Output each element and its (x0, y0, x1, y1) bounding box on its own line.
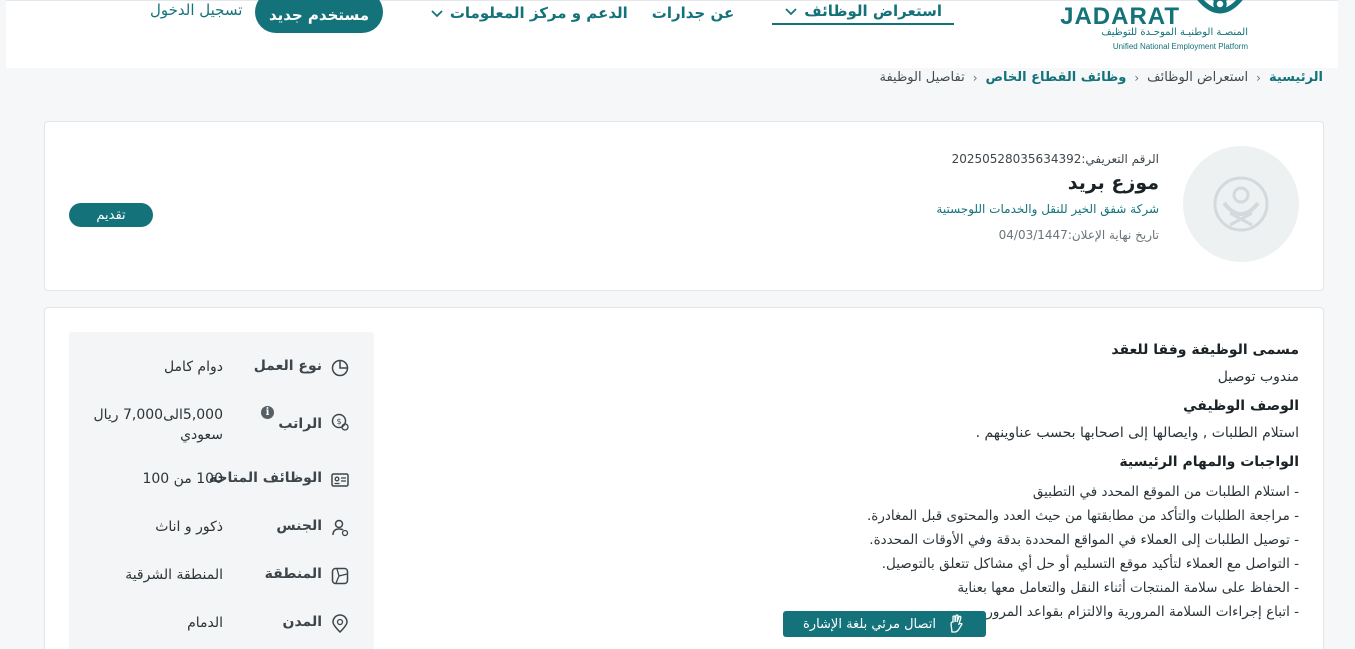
map-icon (331, 567, 349, 585)
attr-work-type: نوع العمل دوام كامل (69, 358, 374, 398)
attr-city-label: المدن (282, 614, 322, 630)
attr-vacancies-value: 100 من 100 (142, 471, 223, 487)
breadcrumb-browse-jobs[interactable]: استعراض الوظائف (1147, 70, 1248, 85)
user-gender-icon (332, 519, 349, 537)
job-attributes-panel: نوع العمل دوام كامل $ الراتب i 5,000الى7… (69, 332, 374, 649)
jadarat-logo[interactable]: JADARAT المنصـة الوطنيـة الموحـدة للتوظي… (1048, 0, 1248, 57)
logo-english-subtitle: Unified National Employment Platform (1112, 42, 1248, 51)
job-title: موزع بريد (1067, 172, 1159, 194)
attr-city: المدن الدمام (69, 614, 374, 649)
job-header-card: الرقم التعريفي:20250528035634392 موزع بر… (44, 121, 1324, 291)
nav-about[interactable]: عن جدارات (640, 1, 746, 25)
logo-arabic-subtitle: المنصـة الوطنيـة الموحـدة للتوظيف (1101, 27, 1248, 38)
login-link[interactable]: تسجيل الدخول (150, 1, 242, 19)
breadcrumb-private-sector[interactable]: وظائف القطاع الخاص (986, 70, 1127, 85)
nav-support-label: الدعم و مركز المعلومات (449, 4, 628, 22)
job-id: الرقم التعريفي:20250528035634392 (951, 152, 1159, 166)
main-nav: استعراض الوظائف عن جدارات الدعم و مركز ا… (418, 1, 954, 31)
id-card-icon (331, 473, 349, 487)
breadcrumb: الرئيسية ‹ استعراض الوظائف ‹ وظائف القطا… (879, 70, 1323, 85)
breadcrumb-separator-icon: ‹ (1256, 70, 1261, 85)
attr-region: المنطقة المنطقة الشرقية (69, 566, 374, 606)
job-details-card: مسمى الوظيفة وفقا للعقد مندوب توصيل الوص… (44, 307, 1324, 649)
emblem-placeholder-icon (1213, 176, 1269, 232)
attr-work-type-label: نوع العمل (253, 358, 322, 374)
attr-vacancies: الوظائف المتاحة 100 من 100 (69, 470, 374, 510)
svg-text:$: $ (336, 417, 341, 426)
job-deadline: تاريخ نهاية الإعلان:04/03/1447 (998, 228, 1159, 242)
register-button[interactable]: مستخدم جديد (255, 0, 383, 33)
attr-salary-value: 5,000الى7,000 ريال سعودي (93, 407, 223, 443)
top-navigation-bar: JADARAT المنصـة الوطنيـة الموحـدة للتوظي… (6, 0, 1338, 68)
clock-pie-icon (331, 359, 349, 377)
attr-gender-label: الجنس (276, 518, 322, 534)
attr-region-value: المنطقة الشرقية (125, 567, 223, 583)
nav-browse-jobs[interactable]: استعراض الوظائف (772, 1, 954, 25)
attr-salary: $ الراتب i 5,000الى7,000 ريال سعودي (69, 406, 374, 446)
sign-language-label: اتصال مرئي بلغة الإشارة (802, 616, 937, 632)
nav-about-label: عن جدارات (651, 4, 735, 22)
attr-work-type-value: دوام كامل (163, 359, 223, 375)
contract-title-heading: مسمى الوظيفة وفقا للعقد (1111, 342, 1299, 358)
sign-language-call-button[interactable]: اتصال مرئي بلغة الإشارة (783, 611, 986, 637)
sign-language-hand-icon (950, 614, 963, 633)
job-description-section: مسمى الوظيفة وفقا للعقد مندوب توصيل الوص… (599, 342, 1299, 624)
contract-title-value: مندوب توصيل (1217, 369, 1299, 385)
attr-gender-value: ذكور و اناث (155, 519, 223, 535)
chevron-down-icon (431, 10, 443, 18)
job-info: الرقم التعريفي:20250528035634392 موزع بر… (936, 152, 1159, 242)
apply-button[interactable]: تقديم (69, 203, 153, 227)
duty-item: - استلام الطلبات من الموقع المحدد في الت… (1032, 484, 1299, 501)
money-icon: $ (331, 413, 349, 431)
breadcrumb-separator-icon: ‹ (1134, 70, 1140, 85)
company-link[interactable]: شركة شفق الخير للنقل والخدمات اللوجستية (936, 202, 1159, 216)
info-icon[interactable]: i (261, 406, 274, 419)
description-heading: الوصف الوظيفي (1183, 398, 1299, 415)
logo-emblem-icon (1197, 0, 1243, 14)
attr-vacancies-label: الوظائف المتاحة (208, 470, 322, 486)
duty-item: - التواصل مع العملاء لتأكيد موقع التسليم… (881, 556, 1299, 573)
nav-support[interactable]: الدعم و مركز المعلومات (418, 1, 640, 25)
duty-item: - توصيل الطلبات إلى العملاء في المواقع ا… (869, 532, 1299, 549)
duty-item: - مراجعة الطلبات والتأكد من مطابقتها من … (866, 508, 1299, 525)
description-value: استلام الطلبات , وايصالها إلى اصحابها بح… (975, 425, 1299, 442)
attr-salary-label: الراتب (278, 416, 322, 432)
attr-gender: الجنس ذكور و اناث (69, 518, 374, 558)
chevron-down-icon (785, 8, 797, 16)
breadcrumb-separator-icon: ‹ (972, 70, 978, 85)
location-pin-icon (332, 614, 348, 634)
breadcrumb-current: تفاصيل الوظيفة (879, 70, 965, 85)
attr-region-label: المنطقة (264, 566, 322, 582)
breadcrumb-home[interactable]: الرئيسية (1269, 70, 1323, 85)
attr-city-value: الدمام (187, 615, 223, 631)
nav-browse-jobs-label: استعراض الوظائف (804, 2, 942, 20)
duty-item: - الحفاظ على سلامة المنتجات أثناء النقل … (957, 580, 1299, 597)
duties-heading: الواجبات والمهام الرئيسية (1119, 454, 1299, 471)
company-logo-placeholder (1183, 146, 1299, 262)
